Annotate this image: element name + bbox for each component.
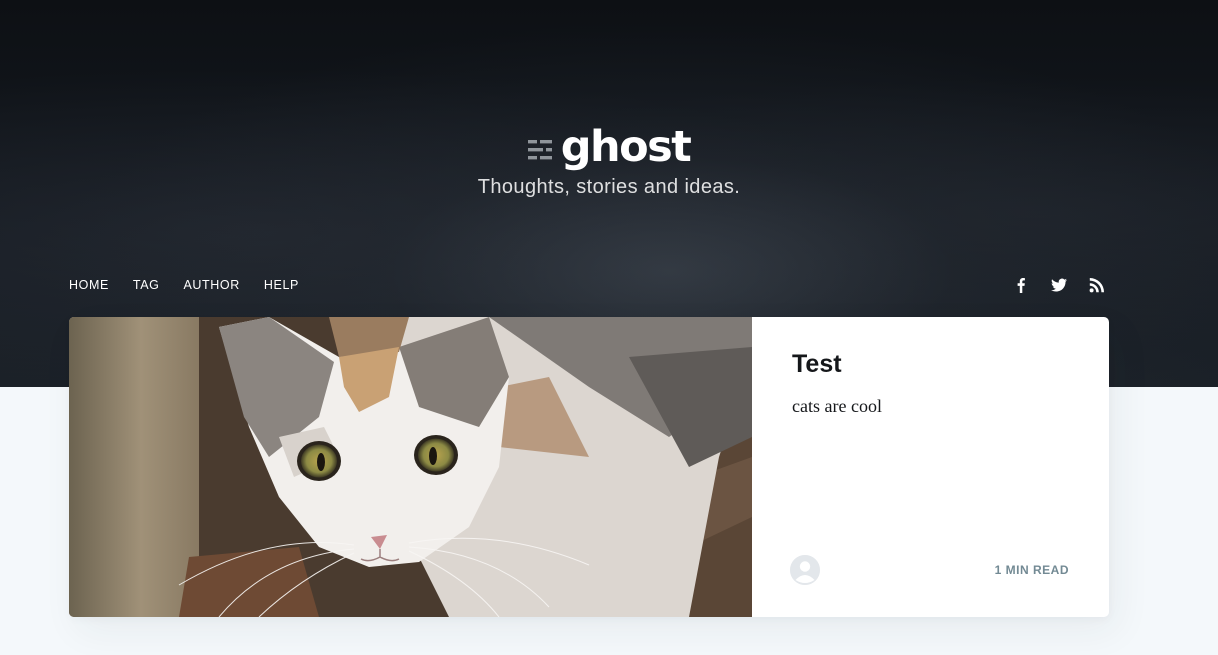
post-title[interactable]: Test bbox=[792, 349, 1069, 379]
logo-wordmark: ghost bbox=[560, 122, 692, 172]
facebook-icon[interactable] bbox=[1012, 276, 1030, 294]
site-description: Thoughts, stories and ideas. bbox=[477, 176, 741, 198]
post-card[interactable]: Test cats are cool 1 MIN READ bbox=[69, 317, 1109, 617]
nav-item-tag[interactable]: TAG bbox=[133, 277, 160, 293]
rss-icon[interactable] bbox=[1088, 276, 1106, 294]
cat-photo bbox=[69, 317, 752, 617]
ghost-logo-icon bbox=[527, 140, 552, 160]
nav-item-home[interactable]: HOME bbox=[69, 277, 109, 293]
nav-item-author[interactable]: AUTHOR bbox=[183, 277, 239, 293]
post-card-image[interactable] bbox=[69, 317, 752, 617]
post-card-content[interactable]: Test cats are cool 1 MIN READ bbox=[752, 317, 1109, 617]
author-avatar[interactable] bbox=[789, 554, 821, 586]
reading-time: 1 MIN READ bbox=[994, 563, 1069, 577]
site-logo[interactable]: ghost bbox=[0, 124, 1218, 170]
twitter-icon[interactable] bbox=[1050, 276, 1068, 294]
post-excerpt[interactable]: cats are cool bbox=[792, 393, 1069, 419]
main-nav: HOME TAG AUTHOR HELP bbox=[69, 277, 323, 293]
avatar-placeholder-icon bbox=[790, 555, 820, 585]
social-links bbox=[1012, 276, 1106, 294]
nav-item-help[interactable]: HELP bbox=[264, 277, 299, 293]
post-card-meta: 1 MIN READ bbox=[789, 554, 1069, 586]
